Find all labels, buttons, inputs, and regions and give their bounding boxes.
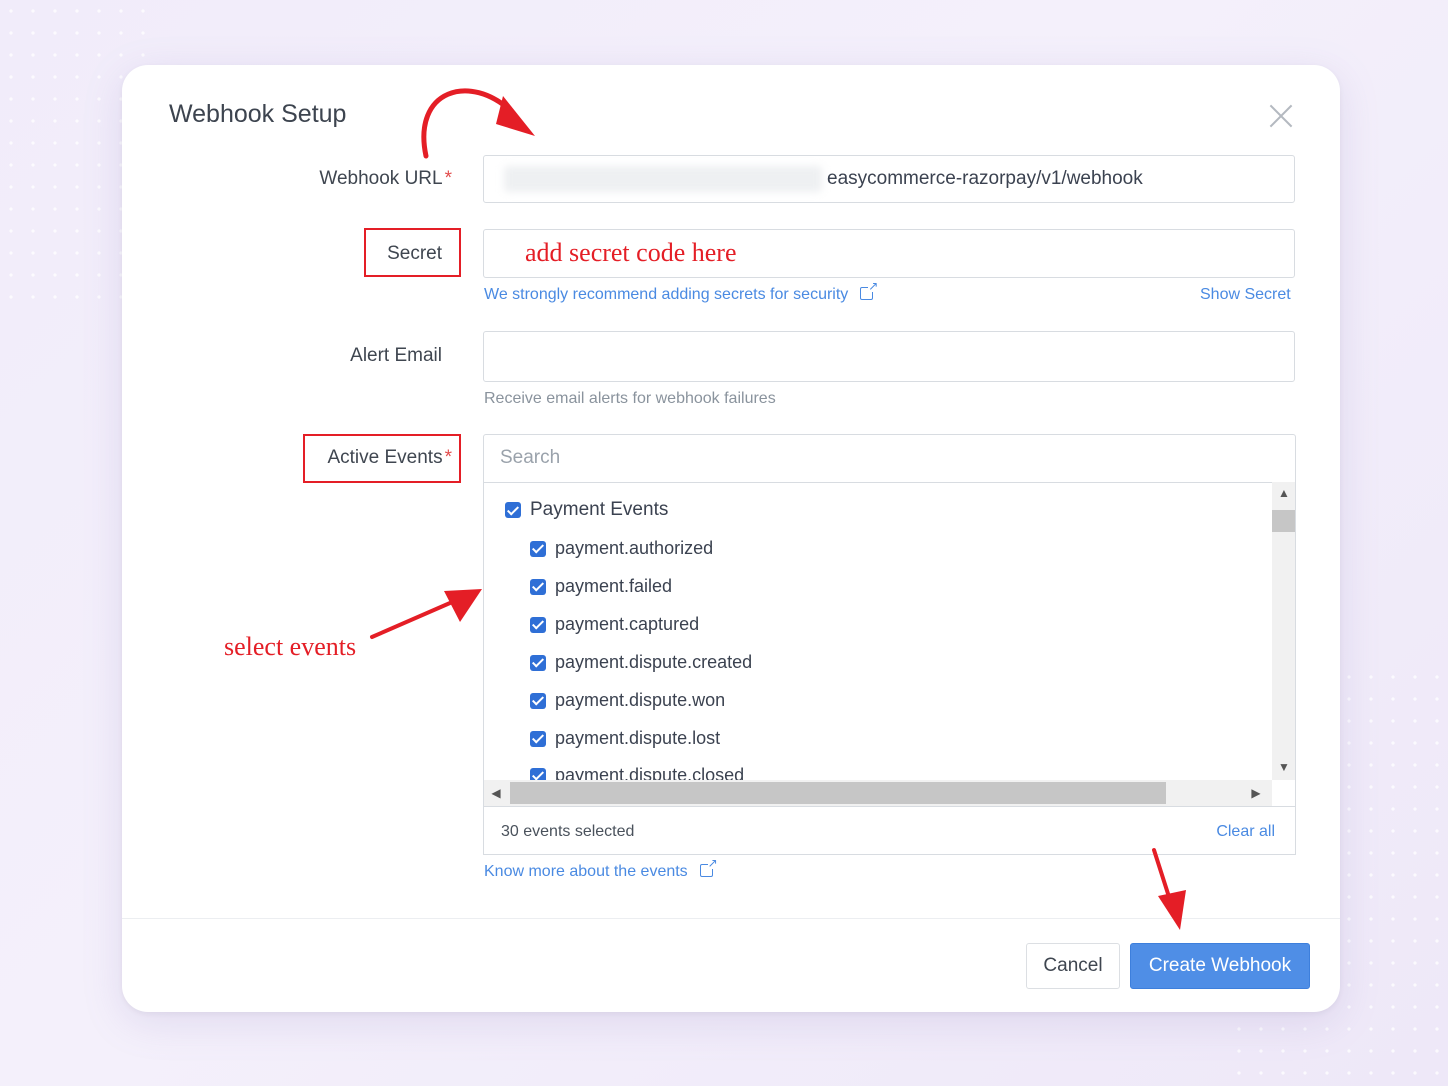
list-item[interactable]: payment.authorized [530,538,713,559]
checkbox-checked-icon[interactable] [530,540,546,557]
clear-all-link[interactable]: Clear all [1216,823,1275,841]
annotation-secret-note: add secret code here [525,238,737,267]
alert-email-label: Alert Email [350,345,442,366]
annotation-box-active-events [303,434,461,483]
redacted-url-prefix [504,166,822,192]
list-item[interactable]: payment.failed [530,576,672,597]
event-label: payment.dispute.created [555,652,753,672]
events-footer: 30 events selected Clear all [484,806,1295,854]
footer-divider [122,918,1340,919]
webhook-url-value: easycommerce-razorpay/v1/webhook [827,168,1143,189]
list-item[interactable]: payment.dispute.created [530,652,752,673]
events-search [483,434,1296,483]
external-link-icon [860,280,879,300]
know-more-text: Know more about the events [484,863,688,880]
secret-hint-text: We strongly recommend adding secrets for… [484,286,849,303]
events-list: Payment Events payment.authorized paymen… [484,482,1272,780]
annotation-select-events: select events [224,632,357,661]
alert-email-hint: Receive email alerts for webhook failure… [484,390,776,407]
checkbox-checked-icon[interactable] [530,578,546,595]
checkbox-checked-icon[interactable] [505,502,521,518]
external-link-icon [699,857,718,877]
webhook-setup-modal: Webhook Setup Webhook URL * easycommerce-… [122,65,1340,1012]
checkbox-checked-icon[interactable] [530,616,546,633]
cancel-button[interactable]: Cancel [1026,943,1120,989]
list-item[interactable]: payment.dispute.won [530,690,725,711]
checkbox-checked-icon[interactable] [530,767,546,780]
events-search-input[interactable] [484,435,1282,481]
secret-security-link[interactable]: We strongly recommend adding secrets for… [484,280,879,304]
chevron-right-icon[interactable]: ▶ [1244,782,1268,804]
events-list-box: Payment Events payment.authorized paymen… [483,482,1296,855]
event-group-payment[interactable]: Payment Events [505,499,668,521]
modal-title: Webhook Setup [169,100,347,128]
horizontal-scroll-thumb[interactable] [510,782,1166,804]
close-icon[interactable] [1268,103,1294,129]
list-item[interactable]: payment.dispute.closed [530,765,744,780]
show-secret-link[interactable]: Show Secret [1200,286,1291,304]
webhook-url-label-text: Webhook URL [319,168,443,189]
alert-email-input[interactable] [483,331,1295,382]
event-label: payment.captured [555,614,700,634]
webhook-url-input[interactable]: easycommerce-razorpay/v1/webhook [483,155,1295,203]
event-label: payment.failed [555,576,673,596]
checkbox-checked-icon[interactable] [530,730,546,747]
chevron-down-icon[interactable]: ▼ [1272,756,1295,778]
checkbox-checked-icon[interactable] [530,654,546,671]
list-item[interactable]: payment.captured [530,614,699,635]
horizontal-scrollbar[interactable]: ◀ ▶ [484,780,1272,806]
know-more-events-link[interactable]: Know more about the events [484,857,718,881]
annotation-box-secret [364,228,461,277]
vertical-scrollbar[interactable]: ▲ ▼ [1272,482,1295,780]
event-label: payment.authorized [555,538,714,558]
webhook-url-label: Webhook URL * [272,168,452,190]
event-label: payment.dispute.closed [555,765,745,780]
event-group-label: Payment Events [530,499,669,520]
selected-count: 30 events selected [501,823,635,840]
create-webhook-button[interactable]: Create Webhook [1130,943,1310,989]
chevron-up-icon[interactable]: ▲ [1272,482,1295,504]
checkbox-checked-icon[interactable] [530,692,546,709]
event-label: payment.dispute.lost [555,728,721,748]
chevron-left-icon[interactable]: ◀ [484,782,508,804]
event-label: payment.dispute.won [555,690,726,710]
vertical-scroll-thumb[interactable] [1272,510,1295,532]
list-item[interactable]: payment.dispute.lost [530,728,720,749]
required-marker: * [444,168,452,189]
